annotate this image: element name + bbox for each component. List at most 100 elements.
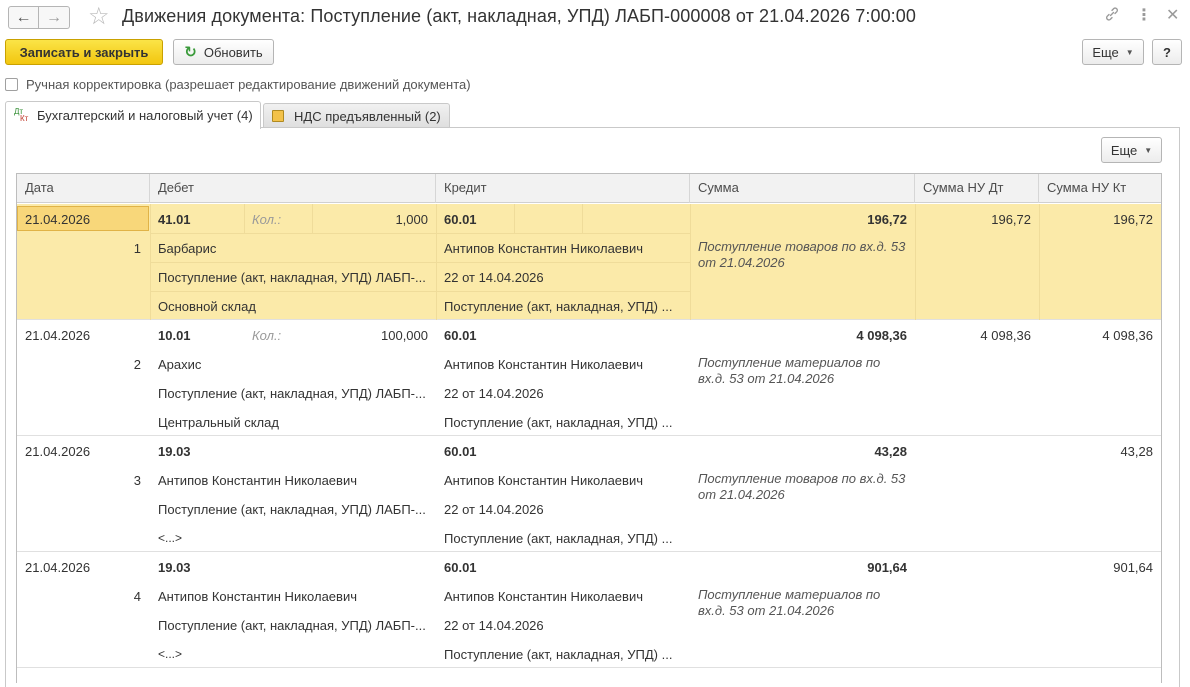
debit-subconto-3: <...> — [158, 531, 183, 545]
forward-button[interactable]: → — [39, 6, 70, 29]
refresh-button[interactable]: ↻ Обновить — [173, 39, 274, 65]
table-more-button[interactable]: Еще ▼ — [1101, 137, 1162, 163]
save-and-close-button[interactable]: Записать и закрыть — [5, 39, 163, 65]
credit-subconto-3: Поступление (акт, накладная, УПД) ... — [444, 647, 673, 662]
row-sum: 43,28 — [874, 444, 907, 459]
qty-label: Кол.: — [252, 328, 282, 343]
column-debit[interactable]: Дебет — [150, 174, 436, 203]
table-more-label: Еще — [1110, 142, 1138, 158]
tab-accounting-label: Бухгалтерский и налоговый учет (4) — [37, 108, 253, 123]
debit-subconto-1: Арахис — [158, 357, 202, 372]
window-title: Движения документа: Поступление (акт, на… — [122, 6, 917, 26]
row-number: 4 — [133, 589, 141, 604]
credit-subconto-3: Поступление (акт, накладная, УПД) ... — [444, 299, 673, 314]
arrow-left-icon: ← — [15, 8, 32, 26]
back-button[interactable]: ← — [8, 6, 39, 29]
row-content: Поступление товаров по вх.д. 53 от 21.04… — [698, 471, 906, 502]
dt-kt-icon: Дт Кт — [14, 106, 29, 123]
debit-account: 19.03 — [158, 560, 191, 575]
manual-correction-row: Ручная корректировка (разрешает редактир… — [5, 75, 471, 93]
row-sum-nu-kt: 43,28 — [1120, 444, 1153, 459]
table-row[interactable]: 21.04.2026 3 19.03 Антипов Константин Ни… — [17, 436, 1161, 552]
debit-subconto-2: Поступление (акт, накладная, УПД) ЛАБП-.… — [158, 502, 426, 517]
chevron-down-icon: ▼ — [1144, 145, 1153, 155]
table-row[interactable]: 21.04.2026 4 19.03 Антипов Константин Ни… — [17, 552, 1161, 668]
row-content: Поступление товаров по вх.д. 53 от 21.04… — [698, 239, 906, 270]
table-row[interactable]: 21.04.2026 1 41.01 Кол.: 1,000 Барбарис … — [17, 204, 1161, 320]
debit-subconto-2: Поступление (акт, накладная, УПД) ЛАБП-.… — [158, 386, 426, 401]
close-icon[interactable]: ✕ — [1166, 6, 1179, 26]
refresh-label: Обновить — [203, 44, 263, 60]
credit-subconto-3: Поступление (акт, накладная, УПД) ... — [444, 415, 673, 430]
row-date: 21.04.2026 — [25, 212, 91, 227]
credit-account: 60.01 — [444, 328, 477, 343]
debit-subconto-2: Поступление (акт, накладная, УПД) ЛАБП-.… — [158, 618, 426, 633]
debit-account: 41.01 — [158, 212, 191, 227]
credit-subconto-2: 22 от 14.04.2026 — [444, 270, 544, 285]
debit-subconto-1: Барбарис — [158, 241, 217, 256]
debit-subconto-3: Центральный склад — [158, 415, 279, 430]
qty-value: 100,000 — [381, 328, 428, 343]
row-sum-nu-kt: 4 098,36 — [1102, 328, 1153, 343]
movements-table[interactable]: Дата Дебет Кредит Сумма Сумма НУ Дт Сумм… — [16, 173, 1162, 683]
debit-subconto-1: Антипов Константин Николаевич — [158, 473, 357, 488]
credit-subconto-2: 22 от 14.04.2026 — [444, 386, 544, 401]
row-date: 21.04.2026 — [25, 444, 91, 459]
row-date: 21.04.2026 — [25, 560, 91, 575]
credit-subconto-2: 22 от 14.04.2026 — [444, 502, 544, 517]
debit-account: 10.01 — [158, 328, 191, 343]
credit-subconto-2: 22 от 14.04.2026 — [444, 618, 544, 633]
refresh-icon: ↻ — [184, 44, 197, 61]
table-header: Дата Дебет Кредит Сумма Сумма НУ Дт Сумм… — [17, 174, 1161, 203]
debit-account: 19.03 — [158, 444, 191, 459]
debit-subconto-2: Поступление (акт, накладная, УПД) ЛАБП-.… — [158, 270, 426, 285]
row-sum-nu-kt: 901,64 — [1113, 560, 1153, 575]
arrow-right-icon: → — [46, 8, 62, 26]
tab-accounting[interactable]: Дт Кт Бухгалтерский и налоговый учет (4) — [5, 101, 261, 129]
column-date[interactable]: Дата — [17, 174, 150, 203]
column-credit[interactable]: Кредит — [436, 174, 690, 203]
debit-subconto-3: <...> — [158, 647, 183, 661]
qty-label: Кол.: — [252, 212, 282, 227]
column-sum-nu-kt[interactable]: Сумма НУ Кт — [1039, 174, 1161, 203]
manual-correction-checkbox[interactable] — [5, 77, 18, 91]
title-bar: ← → ☆ Движения документа: Поступление (а… — [0, 0, 1190, 36]
row-number: 1 — [133, 241, 141, 256]
row-sum-nu-dt: 4 098,36 — [980, 328, 1031, 343]
help-button[interactable]: ? — [1152, 39, 1182, 65]
more-button[interactable]: Еще ▼ — [1082, 39, 1144, 65]
row-content: Поступление материалов по вх.д. 53 от 21… — [698, 355, 881, 386]
link-icon[interactable] — [1104, 6, 1120, 28]
row-content: Поступление материалов по вх.д. 53 от 21… — [698, 587, 881, 618]
row-date: 21.04.2026 — [25, 328, 91, 343]
tab-vat[interactable]: НДС предъявленный (2) — [263, 103, 450, 128]
credit-account: 60.01 — [444, 212, 477, 227]
row-sum-nu-kt: 196,72 — [1113, 212, 1153, 227]
tab-vat-label: НДС предъявленный (2) — [294, 108, 441, 124]
credit-subconto-3: Поступление (акт, накладная, УПД) ... — [444, 531, 673, 546]
row-number: 2 — [133, 357, 141, 372]
debit-subconto-3: Основной склад — [158, 299, 256, 314]
credit-account: 60.01 — [444, 560, 477, 575]
credit-subconto-1: Антипов Константин Николаевич — [444, 589, 643, 604]
favorite-star-icon[interactable]: ☆ — [88, 4, 110, 30]
more-vertical-icon[interactable]: ⋮ — [1136, 6, 1152, 26]
table-row[interactable]: 21.04.2026 2 10.01 Кол.: 100,000 Арахис … — [17, 320, 1161, 436]
column-sum-nu-dt[interactable]: Сумма НУ Дт — [915, 174, 1039, 203]
row-sum: 196,72 — [867, 212, 907, 227]
row-sum: 901,64 — [867, 560, 907, 575]
row-sum: 4 098,36 — [856, 328, 907, 343]
credit-subconto-1: Антипов Константин Николаевич — [444, 357, 643, 372]
register-icon — [272, 110, 284, 122]
row-sum-nu-dt: 196,72 — [991, 212, 1031, 227]
qty-value: 1,000 — [395, 212, 428, 227]
credit-subconto-1: Антипов Константин Николаевич — [444, 241, 643, 256]
chevron-down-icon: ▼ — [1125, 47, 1134, 57]
column-sum[interactable]: Сумма — [690, 174, 915, 203]
credit-subconto-1: Антипов Константин Николаевич — [444, 473, 643, 488]
credit-account: 60.01 — [444, 444, 477, 459]
debit-subconto-1: Антипов Константин Николаевич — [158, 589, 357, 604]
row-number: 3 — [133, 473, 141, 488]
manual-correction-label[interactable]: Ручная корректировка (разрешает редактир… — [26, 77, 471, 92]
more-label: Еще — [1092, 44, 1119, 60]
